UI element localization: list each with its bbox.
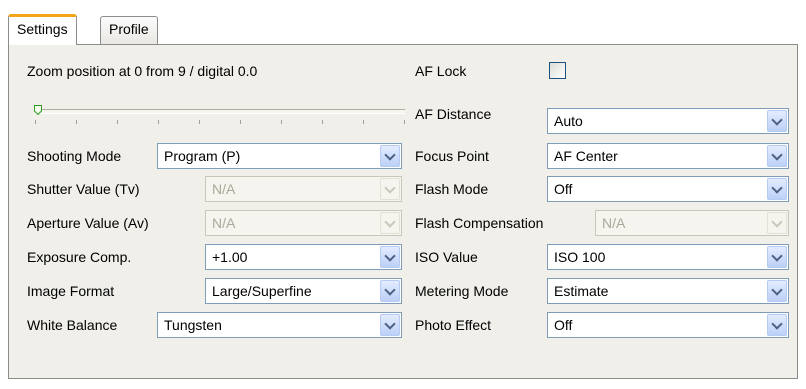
slider-tick bbox=[363, 120, 364, 124]
tab-settings[interactable]: Settings bbox=[8, 14, 77, 45]
slider-tick bbox=[199, 120, 200, 124]
photo-effect-select[interactable]: Off bbox=[547, 312, 789, 338]
shutter-value-label: Shutter Value (Tv) bbox=[27, 181, 140, 197]
chevron-down-icon[interactable] bbox=[380, 178, 400, 200]
flash-mode-label: Flash Mode bbox=[415, 181, 489, 197]
focus-point-label: Focus Point bbox=[415, 148, 489, 164]
chevron-down-icon[interactable] bbox=[767, 110, 787, 132]
aperture-value-select[interactable]: N/A bbox=[205, 210, 402, 236]
tab-bar: Settings Profile bbox=[8, 14, 798, 45]
metering-mode-value: Estimate bbox=[554, 283, 609, 299]
slider-tick bbox=[35, 120, 36, 124]
metering-mode-select[interactable]: Estimate bbox=[547, 278, 789, 304]
zoom-position-label: Zoom position at 0 from 9 / digital 0.0 bbox=[27, 63, 258, 79]
chevron-down-icon[interactable] bbox=[380, 145, 400, 167]
slider-tick bbox=[240, 120, 241, 124]
shooting-mode-value: Program (P) bbox=[164, 148, 241, 164]
focus-point-value: AF Center bbox=[554, 148, 618, 164]
metering-mode-label: Metering Mode bbox=[415, 283, 509, 299]
white-balance-label: White Balance bbox=[27, 317, 118, 333]
settings-panel: Zoom position at 0 from 9 / digital 0.0 … bbox=[8, 44, 798, 379]
shooting-mode-label: Shooting Mode bbox=[27, 148, 122, 164]
slider-tick bbox=[404, 120, 405, 124]
image-format-value: Large/Superfine bbox=[212, 283, 312, 299]
af-distance-value: Auto bbox=[554, 113, 583, 129]
chevron-down-icon[interactable] bbox=[767, 314, 787, 336]
flash-compensation-select[interactable]: N/A bbox=[595, 210, 789, 236]
chevron-down-icon[interactable] bbox=[380, 212, 400, 234]
shooting-mode-select[interactable]: Program (P) bbox=[157, 143, 402, 169]
chevron-down-icon[interactable] bbox=[380, 280, 400, 302]
slider-thumb-icon[interactable] bbox=[34, 105, 42, 115]
shutter-value-select[interactable]: N/A bbox=[205, 176, 402, 202]
af-lock-checkbox[interactable] bbox=[549, 62, 566, 79]
image-format-select[interactable]: Large/Superfine bbox=[205, 278, 402, 304]
exposure-comp-label: Exposure Comp. bbox=[27, 249, 132, 265]
white-balance-value: Tungsten bbox=[164, 317, 222, 333]
flash-mode-value: Off bbox=[554, 181, 573, 197]
exposure-comp-value: +1.00 bbox=[212, 249, 248, 265]
iso-value-label: ISO Value bbox=[415, 249, 478, 265]
aperture-value-label: Aperture Value (Av) bbox=[27, 215, 149, 231]
photo-effect-value: Off bbox=[554, 317, 573, 333]
chevron-down-icon[interactable] bbox=[380, 314, 400, 336]
slider-tick bbox=[322, 120, 323, 124]
zoom-slider-track bbox=[35, 109, 405, 114]
chevron-down-icon[interactable] bbox=[767, 178, 787, 200]
image-format-label: Image Format bbox=[27, 283, 115, 299]
exposure-comp-select[interactable]: +1.00 bbox=[205, 244, 402, 270]
chevron-down-icon[interactable] bbox=[767, 246, 787, 268]
flash-mode-select[interactable]: Off bbox=[547, 176, 789, 202]
slider-tick bbox=[117, 120, 118, 124]
chevron-down-icon[interactable] bbox=[767, 212, 787, 234]
white-balance-select[interactable]: Tungsten bbox=[157, 312, 402, 338]
iso-value-value: ISO 100 bbox=[554, 249, 606, 265]
slider-tick bbox=[158, 120, 159, 124]
af-lock-label: AF Lock bbox=[415, 63, 467, 79]
slider-tick bbox=[76, 120, 77, 124]
zoom-slider[interactable] bbox=[34, 101, 405, 127]
chevron-down-icon[interactable] bbox=[380, 246, 400, 268]
slider-tick bbox=[281, 120, 282, 124]
aperture-value-value: N/A bbox=[212, 215, 236, 231]
af-distance-select[interactable]: Auto bbox=[547, 108, 789, 134]
flash-compensation-value: N/A bbox=[602, 215, 626, 231]
iso-value-select[interactable]: ISO 100 bbox=[547, 244, 789, 270]
tab-profile[interactable]: Profile bbox=[100, 16, 158, 44]
af-distance-label: AF Distance bbox=[415, 106, 492, 122]
flash-compensation-label: Flash Compensation bbox=[415, 215, 544, 231]
shutter-value-value: N/A bbox=[212, 181, 236, 197]
chevron-down-icon[interactable] bbox=[767, 280, 787, 302]
photo-effect-label: Photo Effect bbox=[415, 317, 492, 333]
chevron-down-icon[interactable] bbox=[767, 145, 787, 167]
focus-point-select[interactable]: AF Center bbox=[547, 143, 789, 169]
